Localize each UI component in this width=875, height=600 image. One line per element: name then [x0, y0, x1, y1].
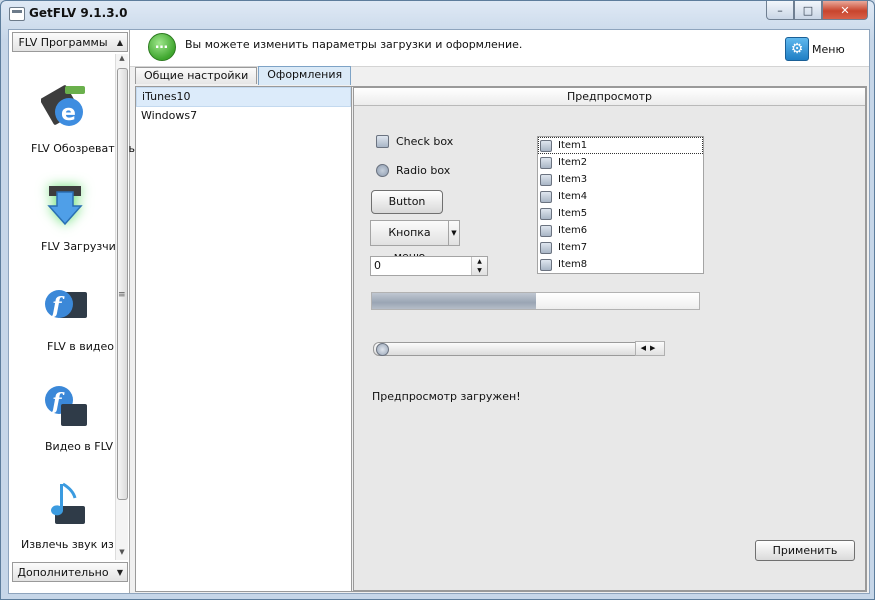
menu-button[interactable]: ⚙ Меню — [785, 37, 845, 61]
title-bar[interactable]: GetFLV 9.1.3.0 – □ ✕ — [1, 1, 874, 27]
spinner-value: 0 — [374, 259, 381, 272]
list-item[interactable]: Item6 — [538, 222, 703, 239]
slider-arrows[interactable]: ◀▶ — [635, 341, 665, 356]
preview-menu-button[interactable]: Кнопка меню ▼ — [370, 220, 460, 263]
scrollbar-thumb[interactable] — [117, 68, 128, 500]
chat-bubble-icon — [148, 33, 176, 61]
checkbox-icon[interactable] — [540, 139, 552, 152]
menu-button-label: Кнопка меню — [371, 221, 449, 263]
checkbox-icon[interactable] — [540, 207, 552, 220]
checkbox-icon[interactable] — [540, 190, 552, 203]
preview-list: Item1 Item2 Item3 Item4 Item5 Item6 Item7 Item8 — [537, 136, 704, 274]
list-item[interactable]: Windows7 — [136, 107, 351, 125]
preview-progress-bar — [371, 292, 700, 310]
preview-slider[interactable] — [373, 342, 662, 356]
preview-body: Check box Radio box Button Кнопка меню ▼ — [354, 106, 865, 590]
checkbox-icon — [376, 135, 389, 148]
tab-bar: Общие настройки Оформления — [135, 66, 352, 85]
theme-list: iTunes10 Windows7 — [136, 87, 352, 591]
progress-fill — [372, 293, 536, 309]
list-item[interactable]: Item7 — [538, 239, 703, 256]
chevron-down-icon[interactable]: ▼ — [449, 221, 459, 245]
scroll-down-icon[interactable]: ▼ — [116, 548, 128, 560]
list-item-label: Item4 — [558, 191, 588, 202]
preview-radio[interactable]: Radio box — [376, 164, 450, 177]
sidebar-item-flv-downloader[interactable]: FLV Загрузчик — [11, 182, 122, 272]
sidebar: FLV Программы ▲ e FLV Обозреватель FLV З… — [9, 30, 135, 593]
spin-up-icon[interactable]: ▲ — [472, 257, 487, 266]
video-to-flash-icon: f — [45, 386, 87, 426]
window-title: GetFLV 9.1.3.0 — [29, 6, 128, 20]
preview-status: Предпросмотр загружен! — [372, 390, 521, 403]
grip-icon: ≡ — [118, 290, 126, 300]
list-item-label: Item3 — [558, 174, 588, 185]
spin-down-icon[interactable]: ▼ — [472, 266, 487, 275]
list-item-label: Item2 — [558, 157, 588, 168]
scroll-up-icon[interactable]: ▲ — [116, 54, 128, 66]
app-window: GetFLV 9.1.3.0 – □ ✕ FLV Программы ▲ e F… — [0, 0, 875, 600]
tab-skins[interactable]: Оформления — [258, 66, 352, 85]
info-bar: Вы можете изменить параметры загрузки и … — [130, 30, 869, 67]
checkbox-icon[interactable] — [540, 241, 552, 254]
main-content: Вы можете изменить параметры загрузки и … — [130, 30, 869, 593]
browser-film-icon: e — [41, 85, 85, 126]
radio-icon — [376, 164, 389, 177]
preview-button[interactable]: Button — [371, 190, 443, 214]
sidebar-scrollbar[interactable]: ▲ ≡ ▼ — [115, 54, 128, 560]
chevron-up-icon: ▲ — [116, 37, 124, 47]
info-text: Вы можете изменить параметры загрузки и … — [185, 38, 523, 51]
chevron-down-icon: ▼ — [116, 567, 124, 577]
download-arrow-icon — [47, 186, 83, 226]
sidebar-footer-label: Дополнительно — [17, 565, 109, 579]
preview-pane: Предпросмотр Check box Radio box Button — [353, 87, 866, 591]
list-item-label: Item6 — [558, 225, 588, 236]
list-item-label: Item8 — [558, 259, 588, 270]
slider-knob[interactable] — [376, 343, 389, 356]
skins-panel: iTunes10 Windows7 Предпросмотр Check box… — [135, 86, 867, 592]
list-item[interactable]: Item2 — [538, 154, 703, 171]
list-item[interactable]: Item5 — [538, 205, 703, 222]
apply-button[interactable]: Применить — [755, 540, 855, 561]
spinner-buttons: ▲ ▼ — [471, 257, 487, 275]
menu-label: Меню — [812, 42, 845, 56]
checkbox-icon[interactable] — [540, 258, 552, 271]
preview-spinner[interactable]: 0 ▲ ▼ — [370, 256, 488, 276]
sidebar-item-flv-browser[interactable]: e FLV Обозреватель — [11, 84, 135, 174]
client-area: FLV Программы ▲ e FLV Обозреватель FLV З… — [8, 29, 870, 594]
list-item[interactable]: Item8 — [538, 256, 703, 273]
svg-text:e: e — [61, 101, 76, 126]
sidebar-item-video-to-flv[interactable]: f Видео в FLV — [11, 382, 115, 472]
list-item[interactable]: Item4 — [538, 188, 703, 205]
radio-label: Radio box — [396, 164, 451, 177]
sidebar-item-extract-audio[interactable]: Извлечь звук из FLV — [11, 480, 115, 570]
list-item-label: Item5 — [558, 208, 588, 219]
checkbox-icon[interactable] — [540, 156, 552, 169]
sidebar-item-flv-to-video[interactable]: f FLV в видео — [11, 282, 115, 372]
sidebar-header[interactable]: FLV Программы ▲ — [12, 32, 128, 52]
preview-title: Предпросмотр — [354, 88, 865, 106]
checkbox-icon[interactable] — [540, 173, 552, 186]
checkbox-label: Check box — [396, 135, 454, 148]
list-item-label: Item1 — [558, 140, 588, 151]
list-item-label: Item7 — [558, 242, 588, 253]
gear-icon: ⚙ — [785, 37, 809, 61]
close-button[interactable]: ✕ — [822, 1, 868, 20]
music-note-icon — [51, 482, 85, 524]
flash-to-video-icon: f — [45, 290, 87, 319]
app-icon — [9, 7, 25, 21]
tab-general-settings[interactable]: Общие настройки — [135, 67, 258, 84]
sidebar-footer[interactable]: Дополнительно ▼ — [12, 562, 128, 582]
list-item[interactable]: iTunes10 — [136, 87, 351, 107]
list-item[interactable]: Item3 — [538, 171, 703, 188]
sidebar-header-label: FLV Программы — [18, 35, 108, 49]
list-item[interactable]: Item1 — [538, 137, 703, 154]
sidebar-item-label: Извлечь звук из FLV — [21, 538, 113, 551]
checkbox-icon[interactable] — [540, 224, 552, 237]
minimize-button[interactable]: – — [766, 1, 794, 20]
maximize-button[interactable]: □ — [794, 1, 822, 20]
window-controls: – □ ✕ — [766, 1, 868, 20]
preview-checkbox[interactable]: Check box — [376, 135, 453, 148]
